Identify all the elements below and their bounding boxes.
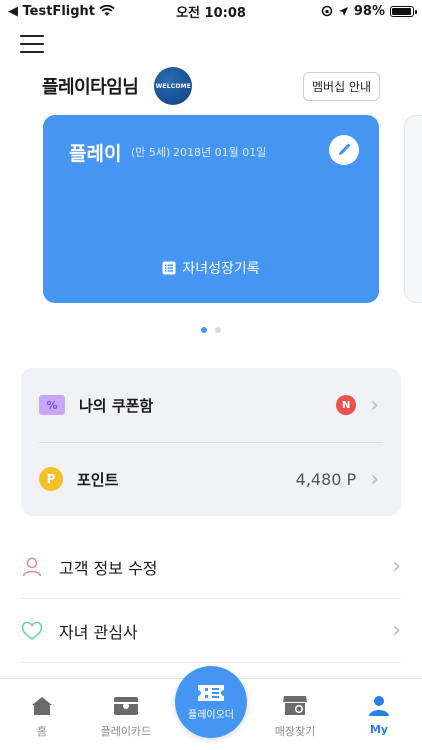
point-value: 4,480 P [295,469,357,489]
coupon-icon: % [39,395,65,415]
pencil-icon [339,143,351,155]
growth-record-label: 자녀성장기록 [182,261,260,277]
edit-child-button[interactable] [329,135,359,165]
profile-header: 플레이타임님 WELCOME 멤버십 안내 [42,67,380,105]
card-icon [114,697,138,715]
growth-record-link[interactable]: 자녀성장기록 [43,258,379,278]
child-age: (만 5세) [131,146,171,159]
carousel-dots [0,327,422,333]
badge-text: WELCOME [155,82,192,90]
chevron-right-icon: › [370,466,379,492]
membership-badge: WELCOME [154,67,193,105]
tab-label: My [369,723,389,736]
tab-store-finder[interactable]: 매장찾기 [255,693,335,739]
play-order-button[interactable]: 플레이오더 [175,666,247,738]
tab-my[interactable]: My [339,693,419,736]
point-label: 포인트 [77,470,119,489]
chevron-right-icon: › [392,618,401,643]
tab-label: 플레이카드 [100,725,152,738]
heart-icon [21,621,43,640]
carousel-dot-2[interactable] [215,327,221,333]
ticket-icon [198,684,224,701]
next-card-peek[interactable] [404,115,422,303]
list-item-child-interests[interactable]: 자녀 관심사 › [21,599,401,663]
point-row[interactable]: P 포인트 4,480 P › [21,442,401,516]
user-icon [369,696,389,716]
child-name: 플레이 [69,143,122,165]
list-item-label: 자녀 관심사 [59,622,138,642]
home-icon [32,697,52,715]
tab-home[interactable]: 홈 [2,693,82,739]
child-birth-date: 2018년 01월 01일 [173,146,267,159]
list-icon [162,261,176,275]
status-right: 98% [321,3,417,19]
battery-percent: 98% [353,3,385,19]
coupon-label: 나의 쿠폰함 [79,396,154,415]
list-item-label: 고객 정보 수정 [59,558,158,578]
rotation-lock-icon [321,5,333,17]
status-bar: ◀ TestFlight 오전 10:08 98% [0,0,422,22]
list-item-customer-info[interactable]: 고객 정보 수정 › [21,535,401,599]
store-icon [283,696,307,715]
hamburger-menu-button[interactable] [20,35,44,55]
coupon-row[interactable]: % 나의 쿠폰함 N › [21,368,401,442]
carousel-dot-1[interactable] [201,327,207,333]
point-icon: P [39,467,63,491]
tab-play-card[interactable]: 플레이카드 [86,693,166,739]
membership-info-button[interactable]: 멤버십 안내 [302,71,380,101]
location-icon [338,6,348,16]
tab-label: 매장찾기 [274,725,316,738]
benefits-panel: % 나의 쿠폰함 N › P 포인트 4,480 P › [21,368,401,516]
new-badge: N [336,395,357,415]
chevron-right-icon: › [392,554,401,579]
person-icon [22,557,42,576]
battery-icon [390,5,417,17]
chevron-right-icon: › [370,392,379,418]
child-card[interactable]: 플레이 (만 5세) 2018년 01월 01일 자녀성장기록 [43,115,379,303]
play-order-label: 플레이오더 [188,709,234,721]
tab-label: 홈 [36,725,48,738]
profile-name: 플레이타임님 [42,77,139,98]
